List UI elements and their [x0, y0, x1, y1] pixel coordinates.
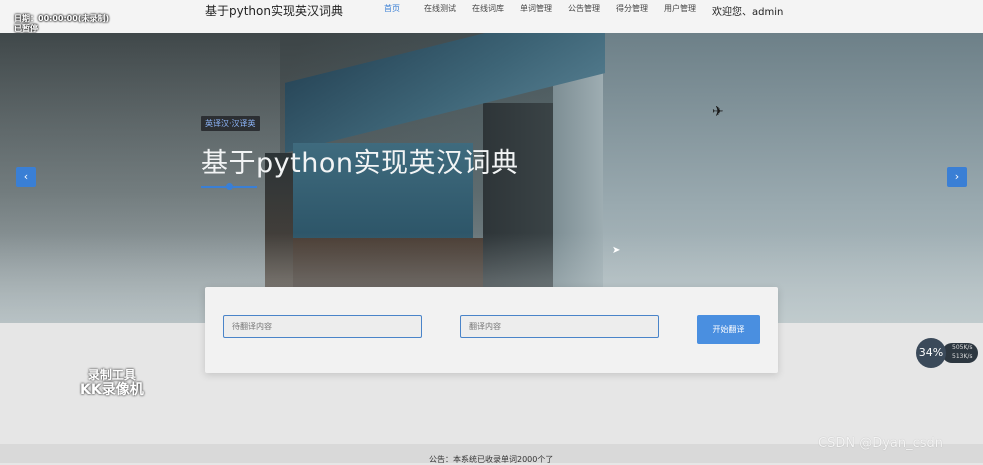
speed-percent: 34% — [916, 338, 946, 368]
download-speed: 513K/s — [952, 353, 973, 360]
site-brand[interactable]: 基于python实现英汉词典 — [205, 2, 343, 19]
nav-score-management[interactable]: 得分管理 — [608, 4, 656, 14]
hero-carousel: ✈ ➤ 英译汉·汉译英 基于python实现英汉词典 ‹ › — [0, 33, 983, 323]
source-text-input[interactable] — [223, 315, 422, 338]
carousel-next-button[interactable]: › — [947, 167, 967, 187]
hero-tag: 英译汉·汉译英 — [201, 116, 260, 131]
title-underline-dot — [226, 183, 233, 190]
recorder-watermark: 录制工具 KK录像机 — [80, 368, 144, 398]
translation-output-input[interactable] — [460, 315, 659, 338]
start-translate-button[interactable]: 开始翻译 — [697, 315, 760, 344]
announcement-text: 公告：本系统已收录单词2000个了 — [429, 455, 554, 464]
welcome-user[interactable]: 欢迎您、admin — [712, 3, 783, 18]
hero-title: 基于python实现英汉词典 — [201, 148, 519, 179]
nav-home[interactable]: 首页 — [368, 4, 416, 14]
mouse-cursor-icon: ➤ — [612, 245, 621, 256]
recorder-time: 日期：00:00:00(未录制) — [14, 14, 110, 23]
watermark-line1: 录制工具 — [87, 368, 136, 382]
bird-icon: ✈ — [712, 104, 724, 120]
nav-online-test[interactable]: 在线测试 — [416, 4, 464, 14]
top-navbar: 基于python实现英汉词典 首页 在线测试 在线词库 单词管理 公告管理 得分… — [0, 0, 983, 34]
network-speed-widget[interactable]: 505K/s 513K/s 34% — [916, 338, 978, 368]
nav-notice-management[interactable]: 公告管理 — [560, 4, 608, 14]
carousel-prev-button[interactable]: ‹ — [16, 167, 36, 187]
main-nav: 首页 在线测试 在线词库 单词管理 公告管理 得分管理 用户管理 — [368, 4, 704, 14]
nav-word-management[interactable]: 单词管理 — [512, 4, 560, 14]
upload-speed: 505K/s — [952, 344, 973, 351]
recorder-overlay: 日期：00:00:00(未录制) 已暂停 — [14, 14, 109, 34]
watermark-line2: KK录像机 — [80, 382, 144, 398]
speed-readout: 505K/s 513K/s — [942, 343, 978, 363]
translate-panel: 开始翻译 — [205, 287, 778, 373]
nav-user-management[interactable]: 用户管理 — [656, 4, 704, 14]
nav-online-lexicon[interactable]: 在线词库 — [464, 4, 512, 14]
csdn-watermark: CSDN @Dyan_csdn — [818, 436, 944, 451]
